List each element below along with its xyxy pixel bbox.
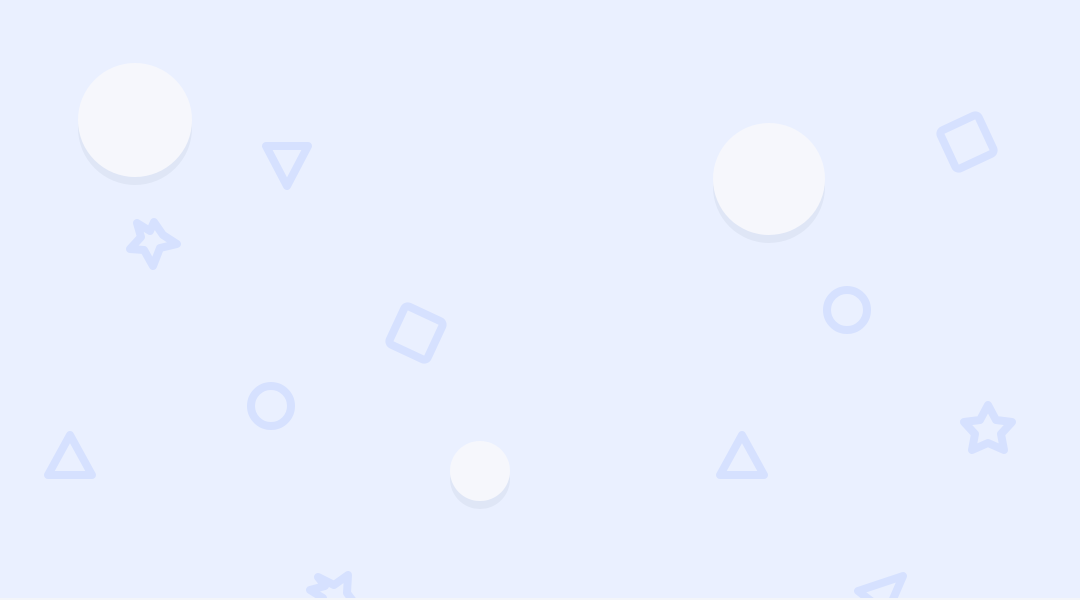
square-outline-icon — [936, 111, 998, 173]
square-outline-icon — [385, 302, 447, 364]
bubble — [713, 123, 825, 235]
triangle-outline-icon — [44, 431, 96, 479]
star-outline-icon — [306, 571, 358, 600]
bubble — [450, 441, 510, 501]
bubble — [78, 63, 192, 177]
background-canvas — [0, 0, 1080, 600]
circle-outline-icon — [247, 382, 295, 430]
triangle-outline-icon — [854, 572, 907, 600]
star-outline-icon — [126, 218, 181, 270]
triangle-outline-icon — [262, 142, 312, 190]
circle-outline-icon — [823, 286, 871, 334]
triangle-outline-icon — [716, 431, 768, 479]
star-outline-icon — [960, 401, 1016, 454]
decorative-shapes — [44, 63, 1016, 600]
